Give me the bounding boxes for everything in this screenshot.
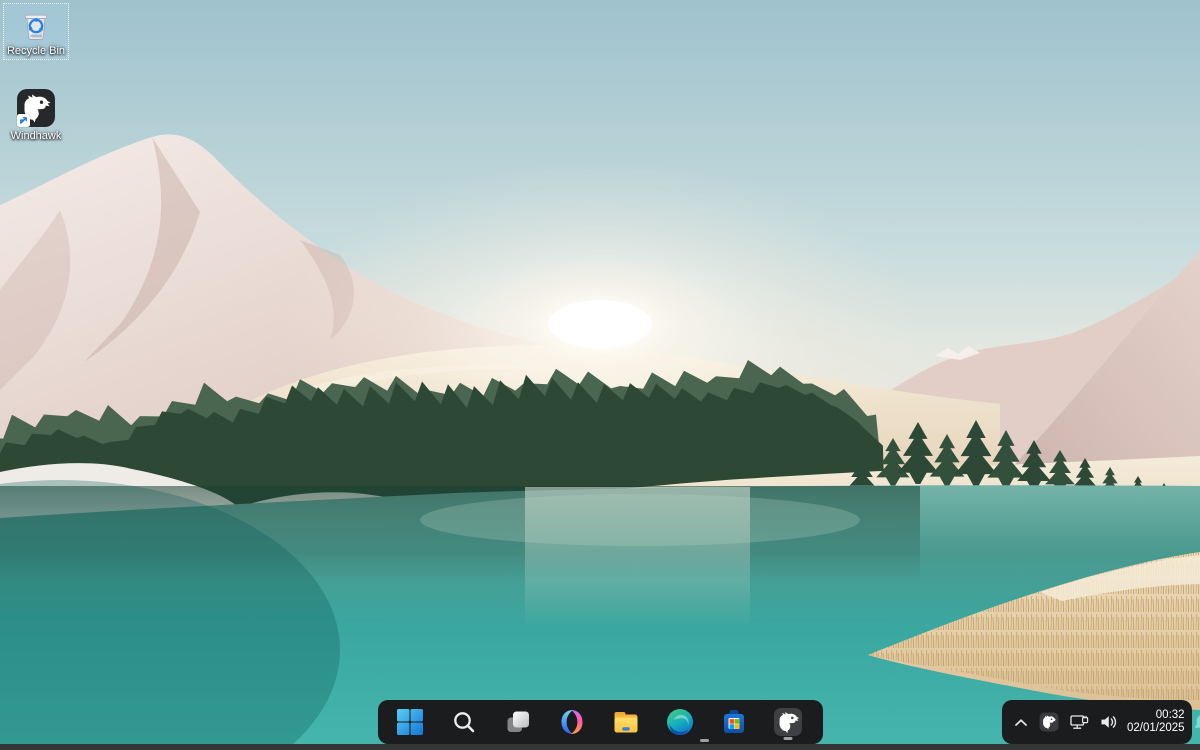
network-button[interactable]: [1068, 705, 1091, 739]
search-icon: [449, 707, 479, 737]
file-explorer-button[interactable]: [606, 702, 646, 742]
desktop-icon-recycle-bin[interactable]: Recycle Bin: [3, 3, 69, 60]
windhawk-taskbar-button[interactable]: [768, 702, 808, 742]
recycle-bin-icon: [18, 7, 54, 43]
clock-time: 00:32: [1127, 709, 1185, 723]
start-button[interactable]: [390, 702, 430, 742]
search-button[interactable]: [444, 702, 484, 742]
task-view-icon: [503, 707, 533, 737]
show-hidden-icons-button[interactable]: [1012, 705, 1030, 739]
running-indicator: [700, 739, 709, 742]
desktop-wallpaper: [0, 0, 1200, 750]
windhawk-tray-icon-button[interactable]: [1037, 705, 1061, 739]
system-tray: 00:32 02/01/2025: [1002, 700, 1192, 744]
volume-button[interactable]: [1098, 705, 1120, 739]
windhawk-tray-icon: [1039, 712, 1059, 732]
edge-icon: [665, 707, 695, 737]
copilot-icon: [557, 707, 587, 737]
volume-icon: [1100, 714, 1118, 730]
windhawk-icon: [773, 707, 803, 737]
taskbar: [378, 700, 823, 744]
running-indicator: [784, 737, 793, 740]
windows-start-icon: [395, 707, 425, 737]
file-explorer-icon: [611, 707, 641, 737]
copilot-button[interactable]: [552, 702, 592, 742]
clock[interactable]: 00:32 02/01/2025: [1127, 709, 1185, 736]
network-ethernet-icon: [1070, 714, 1089, 731]
notifications-button[interactable]: [1192, 705, 1200, 739]
edge-button[interactable]: [660, 702, 700, 742]
shortcut-arrow-icon: [17, 114, 30, 127]
store-button[interactable]: [714, 702, 754, 742]
task-view-button[interactable]: [498, 702, 538, 742]
clock-date: 02/01/2025: [1127, 722, 1185, 736]
notification-bell-icon: [1194, 714, 1200, 731]
screen-bottom-strip: [0, 744, 1200, 750]
windhawk-label: Windhawk: [11, 130, 62, 142]
recycle-bin-label: Recycle Bin: [7, 45, 65, 57]
desktop-icon-windhawk[interactable]: Windhawk: [3, 84, 69, 145]
microsoft-store-icon: [719, 707, 749, 737]
chevron-up-icon: [1014, 718, 1028, 727]
